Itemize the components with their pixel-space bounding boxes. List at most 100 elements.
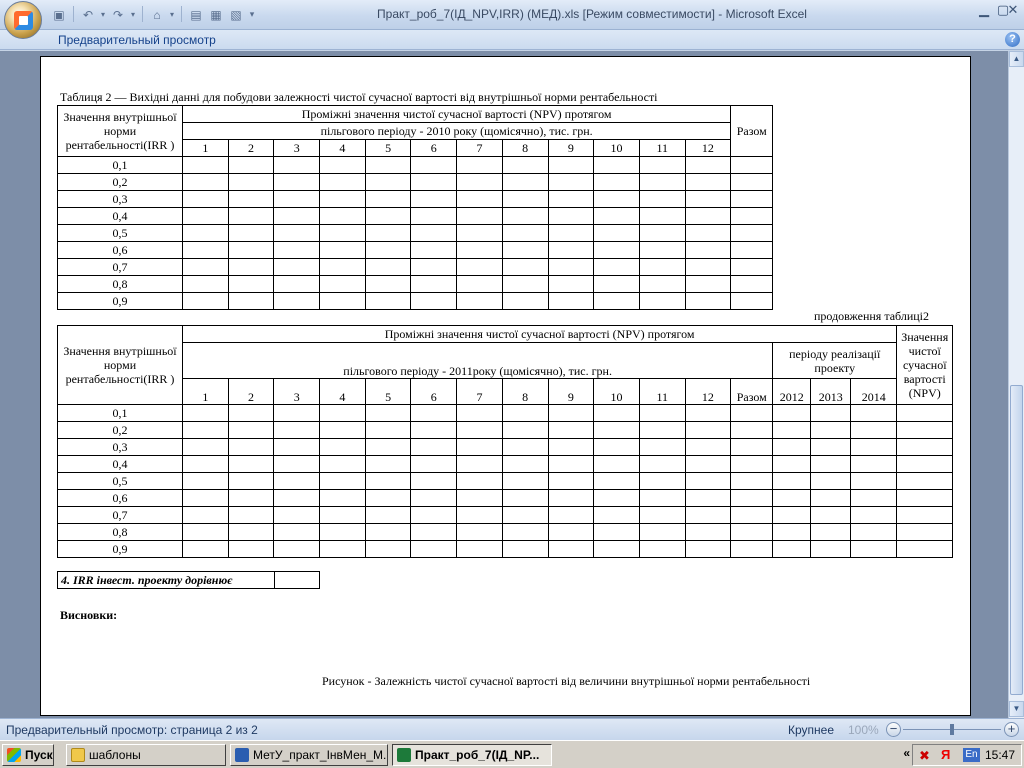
table-cell [182,207,229,225]
table-cell [456,540,503,558]
close-icon[interactable]: ✕ [1004,2,1022,18]
irr-value-cell: 0,5 [57,472,183,490]
table-cell [182,258,229,276]
month-header: 1 [182,378,229,405]
month-header: 10 [593,378,640,405]
month-header: 3 [273,378,321,405]
status-bar: Предварительный просмотр: страница 2 из … [0,718,1024,740]
table-cell [547,438,595,456]
table-cell [182,489,229,507]
table-cell [593,275,640,293]
npv-group-header: Проміжні значення чистої сучасної вартос… [181,105,732,123]
table-cell [410,224,458,242]
zoom-out-icon[interactable]: − [886,722,901,737]
table-cell [593,292,640,310]
help-icon[interactable]: ? [1005,32,1020,47]
table-row: 0,6 [57,241,774,259]
irr-value-cell: 0,8 [57,523,183,541]
table-cell [730,472,774,490]
table-cell [456,455,503,473]
table-cell [182,190,229,208]
table-cell [182,292,229,310]
month-header: 9 [547,139,595,157]
irr-value-cell: 0,2 [57,173,183,191]
zoom-percent[interactable]: 100% [848,723,879,737]
table-cell [896,506,954,524]
tab-print-preview[interactable]: Предварительный просмотр [58,33,216,47]
folder-icon [71,748,85,762]
table-cell [319,489,366,507]
month-header: 7 [456,139,503,157]
table-cell [730,173,774,191]
table-row: 0,3 [57,190,774,208]
table-cell [730,455,774,473]
total-column-header: Разом [730,105,774,157]
zoom-slider-thumb[interactable] [950,724,954,735]
scroll-thumb[interactable] [1010,385,1023,695]
table-cell [456,404,503,422]
table-cell [319,224,366,242]
table-cell [896,523,954,541]
taskbar-item-excel[interactable]: Практ_роб_7(ІД_NP... [392,744,552,766]
table-cell [182,173,229,191]
irr-value-cell: 0,9 [57,292,183,310]
irr-value-cell: 0,7 [57,258,183,276]
table-cell [227,258,275,276]
taskbar-item-word-doc[interactable]: МетУ_практ_ІнвМен_М... [230,744,388,766]
antivirus-icon[interactable]: ✖ [919,748,930,764]
table-cell [638,224,686,242]
table-cell [638,156,686,174]
table-cell [850,404,898,422]
table-cell [182,455,229,473]
tray-expand-icon[interactable]: « [903,746,910,760]
table-cell [319,190,366,208]
zoom-in-icon[interactable]: + [1004,722,1019,737]
table-cell [182,438,229,456]
table-cell [547,224,595,242]
table-cell [501,540,549,558]
table-cell [547,190,595,208]
table-cell [456,207,503,225]
start-button[interactable]: Пуск [2,744,54,766]
table-cell [364,190,412,208]
scroll-down-icon[interactable]: ▼ [1009,701,1024,717]
irr-value-cell: 0,1 [57,404,183,422]
office-button[interactable] [4,1,42,39]
table-cell [364,224,412,242]
language-indicator[interactable]: En [963,748,980,762]
table-cell [456,523,503,541]
table-cell [273,455,321,473]
month-header: 7 [456,378,503,405]
table-cell [273,224,321,242]
table-cell [638,455,686,473]
npv-column-header: Значення чистої сучасної вартості (NPV) [896,325,954,405]
table-cell [896,489,954,507]
table-cell [850,421,898,439]
month-header: 6 [410,378,458,405]
table-cell [638,438,686,456]
scroll-up-icon[interactable]: ▲ [1009,51,1024,67]
table-cell [684,190,732,208]
vertical-scrollbar[interactable]: ▲ ▼ [1008,51,1024,718]
table-cell [364,258,412,276]
table-cell [410,404,458,422]
month-header: 11 [638,139,686,157]
status-text: Предварительный просмотр: страница 2 из … [6,723,258,737]
minimize-icon[interactable]: ▁ [975,2,993,18]
figure-caption: Рисунок - Залежність чистої сучасної вар… [322,674,811,688]
table-cell [501,173,549,191]
table-cell [410,292,458,310]
table-2: Значення внутрішньої норми рентабельност… [57,325,954,558]
table-cell [227,540,275,558]
table-cell [810,421,852,439]
table-cell [810,455,852,473]
table-cell [319,523,366,541]
yandex-icon[interactable]: Я [941,747,950,762]
table-cell [547,489,595,507]
taskbar-item-templates[interactable]: шаблоны [66,744,226,766]
table-cell [547,292,595,310]
table-cell [456,421,503,439]
table-cell [456,156,503,174]
table-cell [593,156,640,174]
table-cell [810,506,852,524]
